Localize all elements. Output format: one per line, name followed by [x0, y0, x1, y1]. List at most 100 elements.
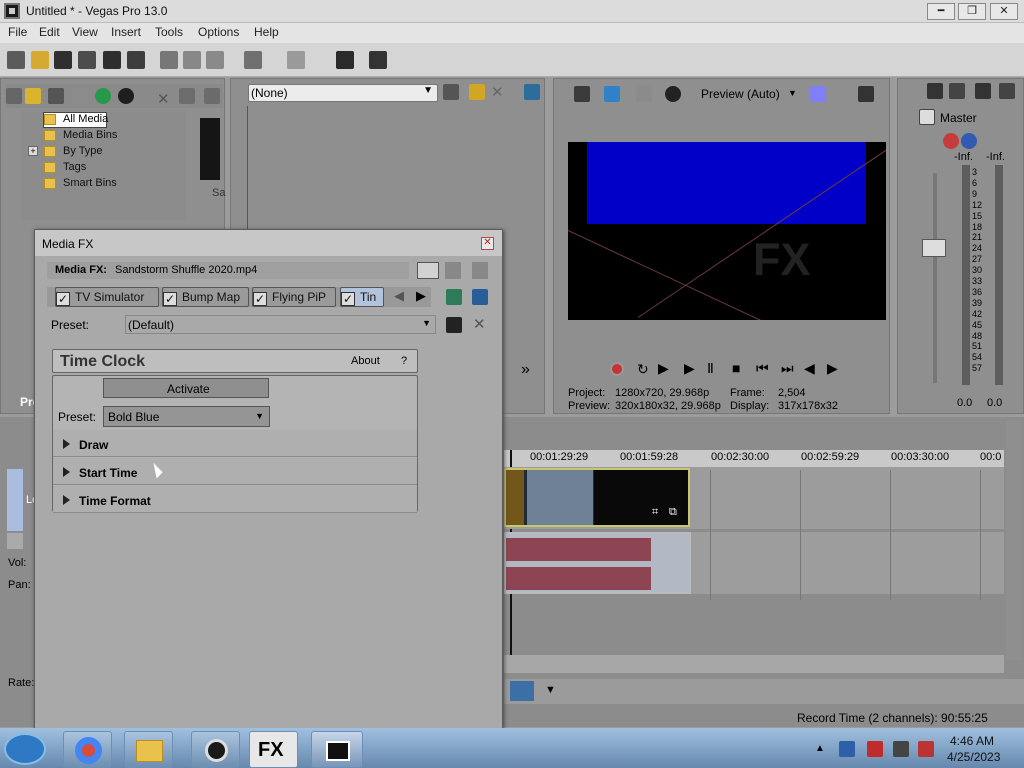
tab-bump-map[interactable]: ✓ Bump Map [162, 287, 249, 307]
preview-mode-icon[interactable] [665, 86, 681, 102]
render-icon[interactable] [103, 51, 121, 69]
vegas-taskbar-button[interactable] [311, 731, 363, 768]
cut-icon[interactable] [160, 51, 178, 69]
explorer-taskbar-button[interactable] [124, 731, 173, 768]
remove-plugin-icon[interactable] [472, 289, 488, 305]
redo-icon[interactable] [287, 51, 305, 69]
expand-icon[interactable]: + [28, 146, 38, 156]
dialog-close-button[interactable]: ✕ [481, 237, 494, 250]
plug-in-chain-icon[interactable] [446, 289, 462, 305]
get-media-icon[interactable] [95, 88, 111, 104]
track-button[interactable] [7, 533, 23, 549]
save-as-icon[interactable] [78, 51, 96, 69]
mixer-icon[interactable] [975, 83, 991, 99]
draw-section[interactable]: Draw [53, 430, 417, 457]
about-button[interactable]: About [351, 355, 380, 367]
fx-icon[interactable] [943, 133, 959, 149]
mixer-icon[interactable] [949, 83, 965, 99]
rewind-icon[interactable]: ◀ [804, 360, 815, 377]
menu-tools[interactable]: Tools [155, 25, 183, 39]
tab-tv-simulator[interactable]: ✓ TV Simulator [55, 287, 159, 307]
menu-insert[interactable]: Insert [111, 25, 141, 39]
brush-icon[interactable] [336, 51, 354, 69]
list-view-icon[interactable] [445, 262, 461, 279]
list-view-icon[interactable] [417, 262, 439, 279]
tree-item-tags[interactable]: Tags [63, 161, 86, 173]
import-dvd-icon[interactable] [72, 88, 88, 104]
time-format-section[interactable]: Time Format [53, 486, 417, 513]
clock-date[interactable]: 4/25/2023 [947, 750, 1000, 764]
minimize-button[interactable]: ━ [927, 3, 955, 20]
volume-slider[interactable] [933, 173, 937, 383]
undo-icon[interactable] [244, 51, 262, 69]
expand-icon[interactable]: » [521, 361, 530, 379]
previous-frame-icon[interactable]: ⏮ [756, 360, 769, 377]
loop-icon[interactable]: ↻ [637, 361, 649, 378]
menu-options[interactable]: Options [198, 25, 239, 39]
mute-icon[interactable] [961, 133, 977, 149]
menu-help[interactable]: Help [254, 25, 279, 39]
whats-this-icon[interactable] [369, 51, 387, 69]
forward-icon[interactable]: ▶ [827, 360, 838, 377]
timeline-scroll-row[interactable] [504, 655, 1004, 673]
preview-quality[interactable]: Preview (Auto) [701, 87, 780, 101]
mixer-icon[interactable] [999, 83, 1015, 99]
timeline-scrollbar[interactable] [1006, 420, 1021, 660]
properties-icon[interactable] [127, 51, 145, 69]
save-icon[interactable] [54, 51, 72, 69]
clear-icon[interactable]: ✕ [491, 83, 504, 101]
normal-edit-tool[interactable] [510, 681, 534, 701]
menu-file[interactable]: File [8, 25, 27, 39]
grid-view-icon[interactable] [472, 262, 488, 279]
volume-fader[interactable] [922, 239, 946, 257]
delete-preset-icon[interactable]: ✕ [473, 315, 486, 333]
remove-icon[interactable]: ✕ [157, 90, 170, 108]
pause-icon[interactable]: Ⅱ [707, 360, 714, 377]
action-center-icon[interactable] [867, 741, 883, 757]
new-icon[interactable] [7, 51, 25, 69]
dropdown-arrow-icon[interactable]: ▼ [545, 684, 556, 696]
next-frame-icon[interactable]: ⏭ [781, 360, 794, 377]
overlays-icon[interactable] [810, 86, 826, 102]
tree-item-by-type[interactable]: By Type [63, 145, 103, 157]
tab-flying-pip[interactable]: ✓ Flying PiP [252, 287, 336, 307]
start-time-section[interactable]: Start Time [53, 458, 417, 485]
paste-icon[interactable] [206, 51, 224, 69]
video-frame[interactable]: FX [568, 142, 886, 320]
capture-icon[interactable] [48, 88, 64, 104]
copy-icon[interactable] [183, 51, 201, 69]
tab-time-clock[interactable]: ✓ Tin [340, 287, 384, 307]
network-icon[interactable] [839, 741, 855, 757]
preset-dropdown[interactable]: (Default) ▼ [125, 315, 436, 334]
audio-clip[interactable] [504, 532, 691, 594]
show-hidden-icons[interactable]: ▲ [815, 743, 825, 754]
mixer-icon[interactable] [927, 83, 943, 99]
properties-icon[interactable] [443, 84, 459, 100]
menu-view[interactable]: View [72, 25, 98, 39]
clock-time[interactable]: 4:46 AM [950, 734, 994, 748]
media-thumbnail[interactable] [200, 118, 220, 180]
open-icon[interactable] [31, 51, 49, 69]
play-icon[interactable]: ▶ [684, 360, 695, 377]
play-from-start-icon[interactable]: ▶ [658, 360, 669, 377]
start-button[interactable] [4, 733, 46, 765]
crop-icon[interactable]: ⌗ [652, 506, 658, 519]
activate-button[interactable]: Activate [103, 378, 269, 398]
inner-preset-dropdown[interactable]: Bold Blue ▼ [103, 406, 270, 427]
scroll-right-icon[interactable]: ▶ [416, 288, 426, 304]
volume-icon[interactable] [893, 741, 909, 757]
maximize-button[interactable]: ❐ [958, 3, 986, 20]
split-screen-icon[interactable] [636, 86, 652, 102]
fx-taskbar-button[interactable]: FX [249, 731, 298, 768]
views-icon[interactable] [204, 88, 220, 104]
close-button[interactable]: ✕ [990, 3, 1018, 20]
tree-item-all-media[interactable]: All Media [63, 113, 108, 125]
save-preset-icon[interactable] [446, 317, 462, 333]
search-taskbar-button[interactable] [191, 731, 240, 768]
event-fx-icon[interactable]: ⧉ [669, 506, 677, 519]
external-monitor-icon[interactable] [604, 86, 620, 102]
brush-icon[interactable] [469, 84, 485, 100]
menu-edit[interactable]: Edit [39, 25, 60, 39]
search-icon[interactable] [118, 88, 134, 104]
tree-item-smart-bins[interactable]: Smart Bins [63, 177, 117, 189]
